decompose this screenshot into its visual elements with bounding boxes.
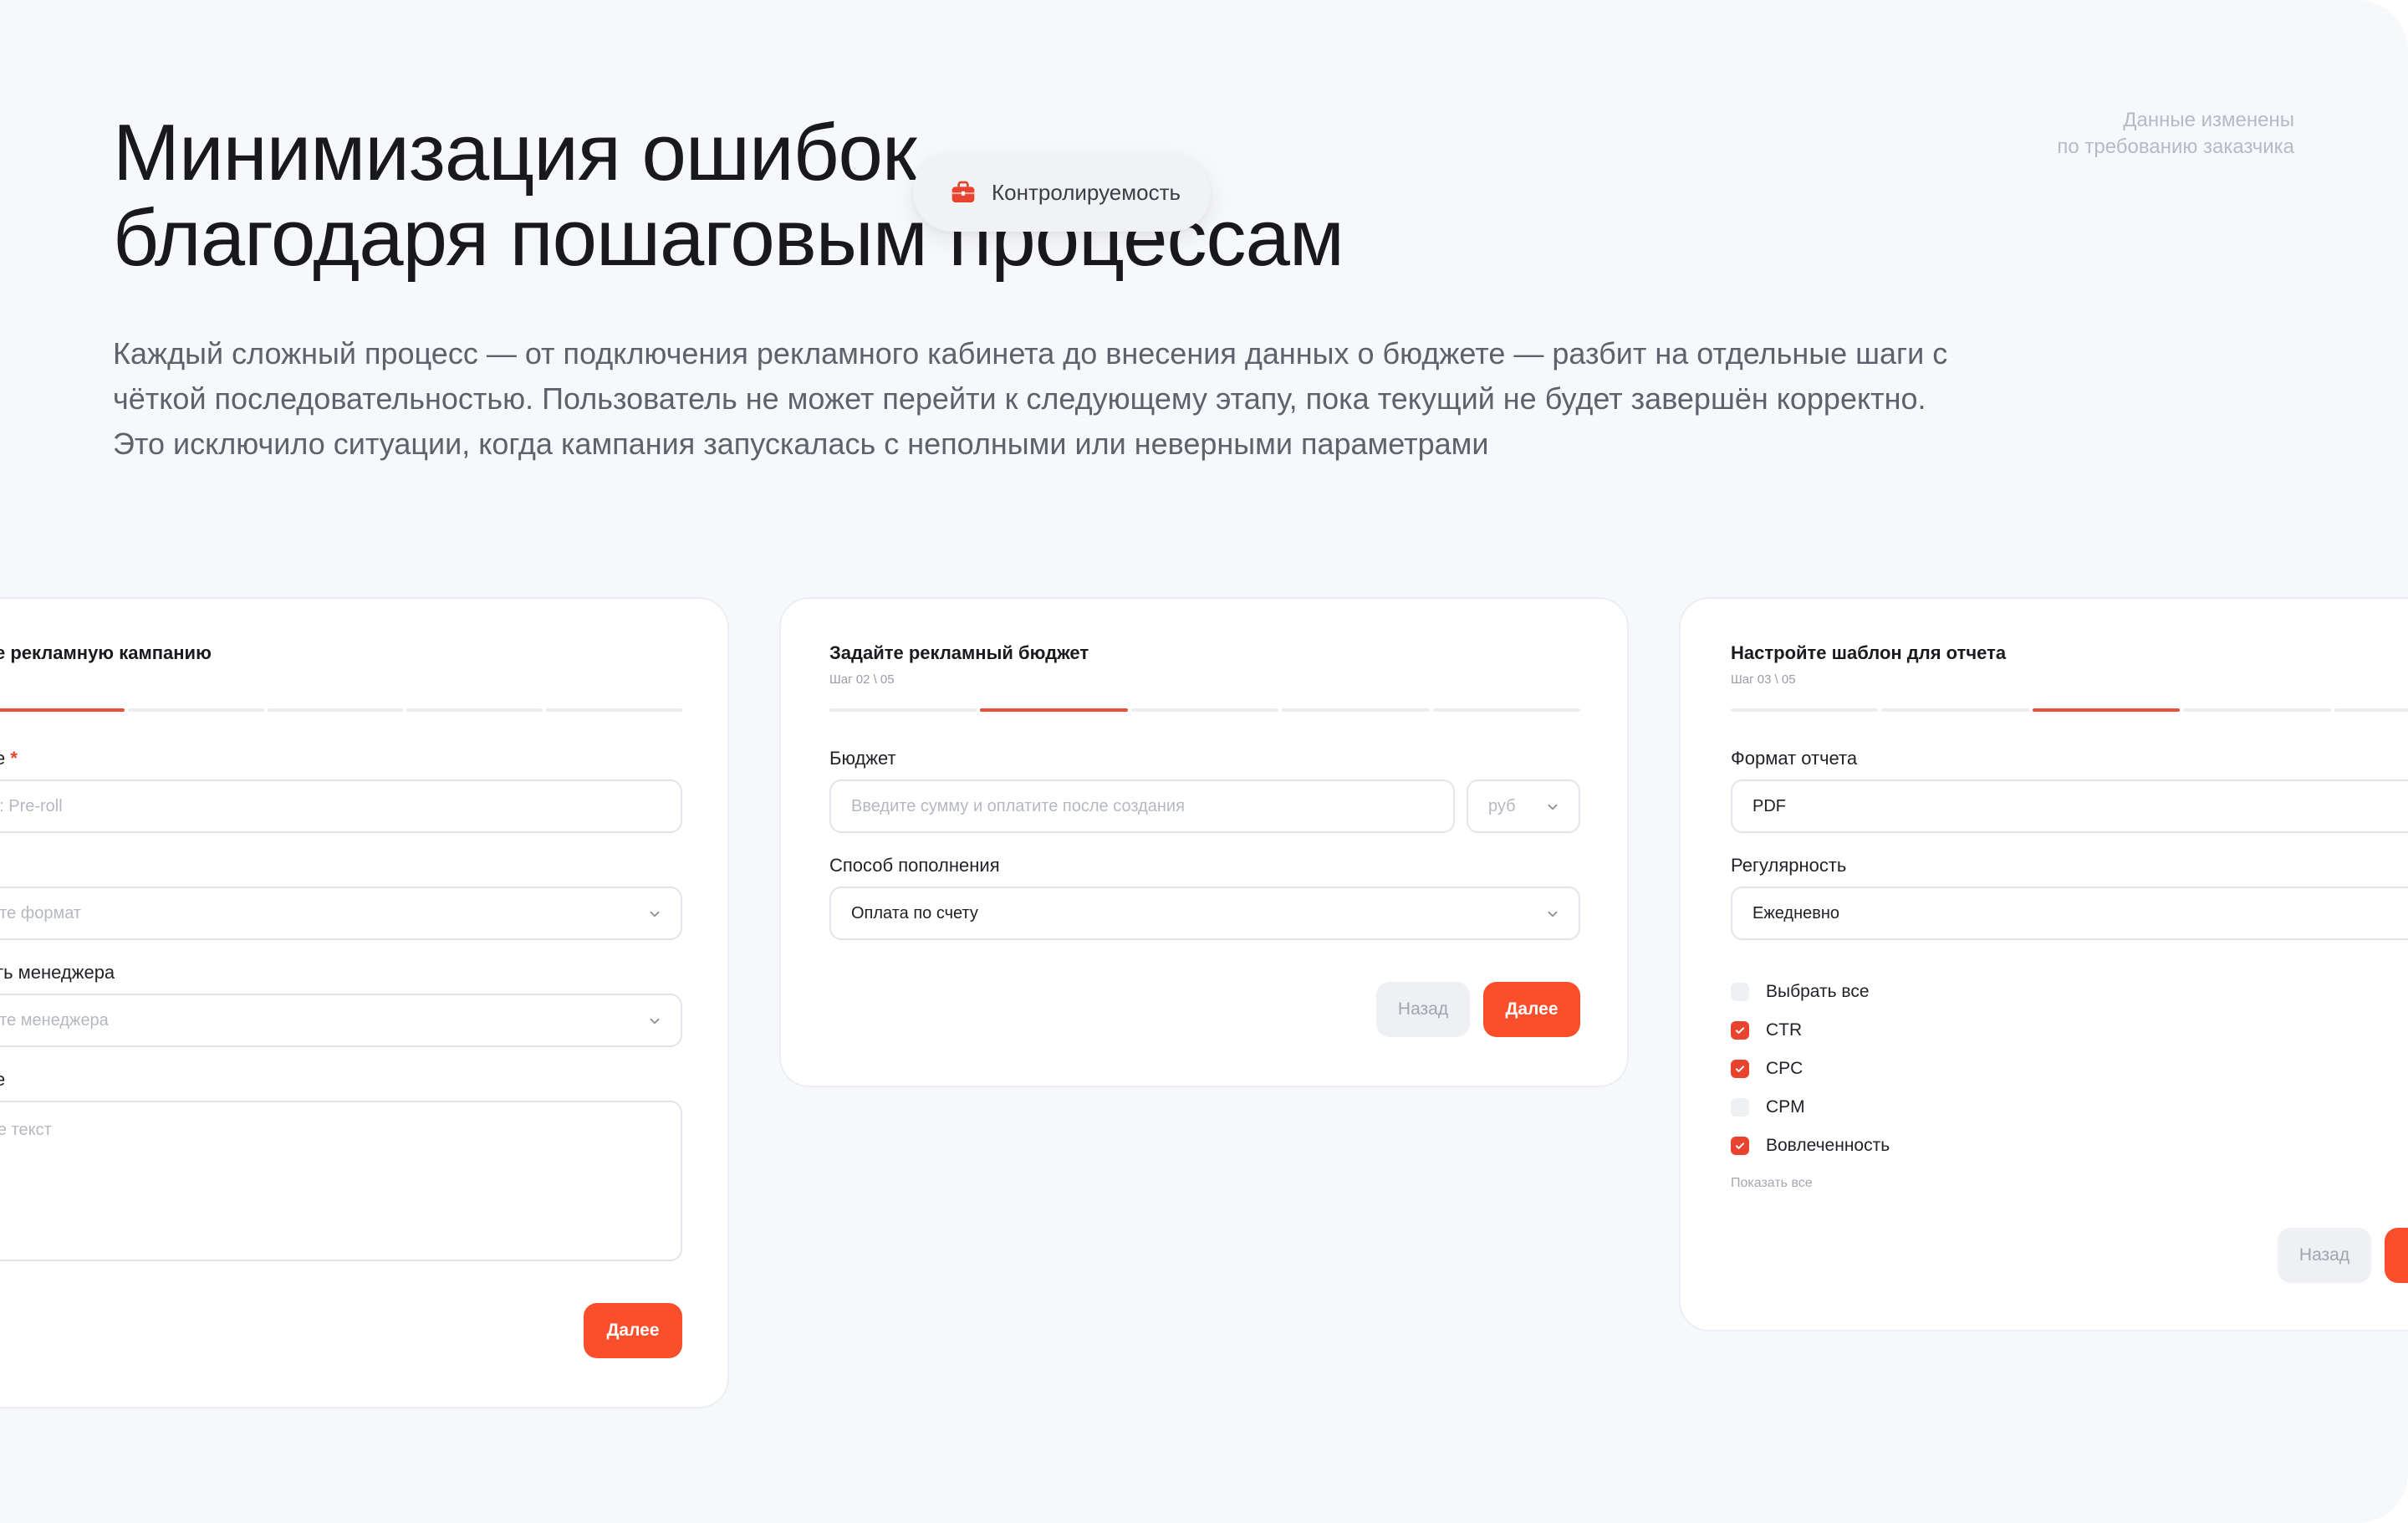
- budget-step-card: Задайте рекламный бюджет Шаг 02 \ 05 Бюд…: [779, 597, 1629, 1087]
- regularity-label: Регулярность: [1731, 855, 1847, 876]
- campaign-step-card: е рекламную кампанию е * р: Pre-roll ите…: [0, 597, 729, 1408]
- checkbox-box: [1731, 1021, 1749, 1040]
- report-format-value: PDF: [1752, 796, 1786, 815]
- checkbox-label: CPC: [1766, 1059, 1803, 1078]
- checkbox-box: [1731, 1137, 1749, 1155]
- checkbox-label: CPM: [1766, 1097, 1805, 1117]
- checkbox-box: [1731, 1098, 1749, 1117]
- checkbox-label: Выбрать все: [1766, 982, 1870, 1001]
- progress-segment: [829, 708, 977, 712]
- format-select-placeholder: ите формат: [0, 903, 82, 922]
- controllability-tag-label: Контролируемость: [992, 179, 1181, 205]
- report-format-label: Формат отчета: [1731, 748, 1858, 769]
- next-button[interactable]: [2385, 1228, 2408, 1283]
- chevron-down-icon: [1548, 804, 1558, 810]
- comment-textarea[interactable]: те текст: [0, 1101, 682, 1261]
- data-changed-note: Данные изменены по требованию заказчика: [2057, 107, 2294, 161]
- chevron-down-icon: [650, 911, 660, 917]
- progress-segment: [267, 708, 404, 712]
- required-asterisk: *: [10, 748, 18, 769]
- chevron-down-icon: [650, 1018, 660, 1025]
- show-all-link[interactable]: Показать все: [1731, 1176, 1813, 1191]
- step-counter: Шаг 02 \ 05: [829, 672, 895, 687]
- step-progress: [0, 708, 682, 712]
- note-line-2: по требованию заказчика: [2057, 135, 2294, 158]
- checkbox-label: CTR: [1766, 1020, 1803, 1040]
- card-title: е рекламную кампанию: [0, 642, 212, 663]
- card-title: Задайте рекламный бюджет: [829, 642, 1089, 663]
- campaign-name-placeholder: р: Pre-roll: [0, 796, 63, 815]
- next-button[interactable]: Далее: [1483, 982, 1580, 1037]
- campaign-name-label-text: е: [0, 748, 6, 769]
- campaign-name-input[interactable]: р: Pre-roll: [0, 779, 682, 833]
- manager-select[interactable]: ите менеджера: [0, 994, 682, 1047]
- format-select[interactable]: ите формат: [0, 887, 682, 940]
- currency-select-value: руб: [1488, 796, 1516, 815]
- chevron-down-icon: [1548, 911, 1558, 917]
- checkbox-box: [1731, 983, 1749, 1001]
- payment-method-label: Способ пополнения: [829, 855, 1000, 876]
- progress-segment: [1130, 708, 1279, 712]
- currency-select[interactable]: руб: [1467, 779, 1580, 833]
- report-step-card: Настройте шаблон для отчета Шаг 03 \ 05 …: [1679, 597, 2408, 1331]
- check-icon: [1735, 1142, 1745, 1149]
- briefcase-icon: [951, 181, 975, 202]
- manager-select-placeholder: ите менеджера: [0, 1010, 109, 1030]
- check-icon: [1735, 1066, 1745, 1072]
- budget-label: Бюджет: [829, 748, 896, 769]
- next-button[interactable]: Далее: [584, 1303, 682, 1358]
- checkbox-engagement[interactable]: Вовлеченность: [1731, 1136, 1890, 1156]
- regularity-value: Ежедневно: [1752, 903, 1840, 922]
- progress-segment: [980, 708, 1128, 712]
- campaign-name-label: е *: [0, 748, 18, 769]
- card-title: Настройте шаблон для отчета: [1731, 642, 2007, 663]
- regularity-select[interactable]: Ежедневно: [1731, 887, 2408, 940]
- checkbox-cpc[interactable]: CPC: [1731, 1059, 1803, 1079]
- note-line-1: Данные изменены: [2123, 109, 2294, 131]
- progress-segment: [406, 708, 543, 712]
- progress-segment: [2334, 708, 2408, 712]
- step-progress: [1731, 708, 2408, 712]
- comment-label: е: [0, 1069, 6, 1090]
- progress-segment: [127, 708, 264, 712]
- step-counter: Шаг 03 \ 05: [1731, 672, 1796, 687]
- checkbox-cpm[interactable]: CPM: [1731, 1097, 1805, 1117]
- comment-placeholder: те текст: [0, 1121, 52, 1139]
- lead-paragraph: Каждый сложный процесс — от подключения …: [113, 336, 1948, 461]
- back-button[interactable]: Назад: [1376, 982, 1470, 1037]
- budget-amount-placeholder: Введите сумму и оплатите после создания: [851, 796, 1185, 815]
- progress-segment: [1432, 708, 1581, 712]
- progress-segment: [546, 708, 682, 712]
- payment-method-select[interactable]: Оплата по счету: [829, 887, 1580, 940]
- progress-segment: [2183, 708, 2331, 712]
- progress-segment: [1731, 708, 1879, 712]
- manager-label: ть менеджера: [0, 962, 115, 983]
- checkbox-ctr[interactable]: CTR: [1731, 1020, 1802, 1040]
- controllability-tag: Контролируемость: [913, 153, 1211, 232]
- checkbox-box: [1731, 1060, 1749, 1078]
- back-button[interactable]: Назад: [2278, 1228, 2371, 1283]
- page-canvas: Минимизация ошибок благодаря пошаговым п…: [0, 0, 2408, 1523]
- report-format-select[interactable]: PDF: [1731, 779, 2408, 833]
- progress-segment: [1282, 708, 1430, 712]
- checkbox-select-all[interactable]: Выбрать все: [1731, 982, 1870, 1002]
- progress-segment: [2032, 708, 2181, 712]
- budget-amount-input[interactable]: Введите сумму и оплатите после создания: [829, 779, 1455, 833]
- check-icon: [1735, 1027, 1745, 1034]
- step-progress: [829, 708, 1581, 712]
- progress-segment: [0, 708, 125, 712]
- checkbox-label: Вовлеченность: [1766, 1136, 1890, 1155]
- progress-segment: [1881, 708, 2029, 712]
- payment-method-value: Оплата по счету: [851, 903, 978, 922]
